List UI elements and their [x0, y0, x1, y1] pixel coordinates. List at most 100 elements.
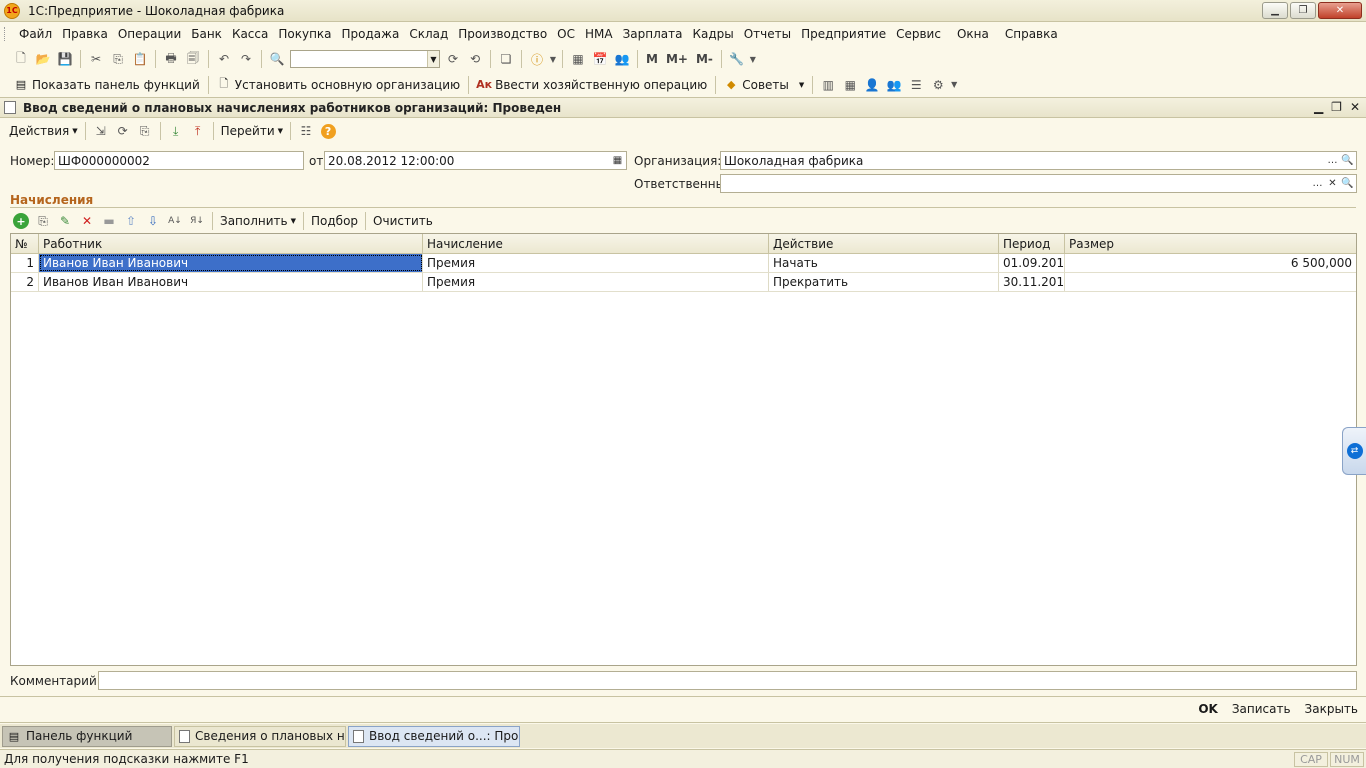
- menu-enterprise[interactable]: Предприятие: [796, 27, 891, 41]
- set-org-button[interactable]: 🗋 Установить основную организацию: [213, 77, 464, 92]
- accrual-cell[interactable]: Премия: [423, 254, 769, 272]
- app-logo-icon[interactable]: 1С: [4, 2, 20, 19]
- goto-dropdown[interactable]: Перейти ▼: [218, 124, 286, 138]
- menu-reports[interactable]: Отчеты: [739, 27, 796, 41]
- restore-button[interactable]: ❐: [1290, 2, 1316, 19]
- menu-grip[interactable]: [4, 27, 7, 41]
- post-icon[interactable]: ⤓: [165, 120, 187, 142]
- menu-windows[interactable]: Окна: [952, 27, 994, 41]
- amount-cell[interactable]: 6 500,000: [1065, 254, 1356, 272]
- menu-edit[interactable]: Правка: [57, 27, 113, 41]
- menu-fixed-assets[interactable]: ОС: [552, 27, 580, 41]
- menu-cash[interactable]: Касса: [227, 27, 273, 41]
- save-icon[interactable]: 💾: [54, 48, 76, 70]
- date-field[interactable]: 20.08.2012 12:00:00 ▦: [324, 151, 627, 170]
- menu-help[interactable]: Справка: [1000, 27, 1063, 41]
- settings-report-icon[interactable]: ⚙: [927, 74, 949, 96]
- move-down-icon[interactable]: ⇩: [142, 210, 164, 232]
- clear-icon[interactable]: ✕: [1325, 175, 1340, 192]
- close-button[interactable]: ✕: [1318, 2, 1362, 19]
- fill-dropdown[interactable]: Заполнить ▼: [217, 214, 299, 228]
- sort-asc-icon[interactable]: A↓: [164, 210, 186, 232]
- copy-document-icon[interactable]: ⎘: [134, 120, 156, 142]
- organization-field[interactable]: Шоколадная фабрика … 🔍: [720, 151, 1357, 170]
- info-icon[interactable]: ⓘ: [526, 48, 548, 70]
- search-icon[interactable]: 🔍: [1340, 152, 1355, 169]
- memory-plus-button[interactable]: M+: [662, 52, 692, 66]
- chevron-down-icon[interactable]: ▼: [748, 48, 758, 70]
- edit-row-icon[interactable]: ✎: [54, 210, 76, 232]
- menu-salary[interactable]: Зарплата: [618, 27, 688, 41]
- doc-minimize-button[interactable]: ▁: [1314, 100, 1323, 114]
- new-document-icon[interactable]: 🗋: [10, 48, 32, 70]
- enter-operation-button[interactable]: Ак Ввести хозяйственную операцию: [473, 78, 711, 92]
- menu-hr[interactable]: Кадры: [687, 27, 738, 41]
- period-cell[interactable]: 30.11.2012: [999, 273, 1065, 291]
- column-header-employee[interactable]: Работник: [39, 234, 423, 253]
- cut-icon[interactable]: ✂: [85, 48, 107, 70]
- paste-icon[interactable]: 📋: [129, 48, 151, 70]
- find-prev-icon[interactable]: ⟲: [464, 48, 486, 70]
- menu-operations[interactable]: Операции: [113, 27, 186, 41]
- chevron-down-icon[interactable]: ▼: [427, 51, 439, 67]
- column-header-amount[interactable]: Размер: [1065, 234, 1356, 253]
- report-table-icon[interactable]: ▦: [839, 74, 861, 96]
- tools-icon[interactable]: 🔧: [726, 48, 748, 70]
- minimize-button[interactable]: ▁: [1262, 2, 1288, 19]
- doc-restore-button[interactable]: ❐: [1331, 100, 1342, 114]
- comment-field[interactable]: [98, 671, 1357, 690]
- column-header-number[interactable]: №: [11, 234, 39, 253]
- table-row[interactable]: 2 Иванов Иван Иванович Премия Прекратить…: [11, 273, 1356, 292]
- menu-intangibles[interactable]: НМА: [580, 27, 618, 41]
- ok-button[interactable]: OK: [1198, 702, 1218, 716]
- action-cell[interactable]: Начать: [769, 254, 999, 272]
- task-function-panel[interactable]: ▤ Панель функций: [2, 725, 172, 747]
- amount-cell[interactable]: [1065, 273, 1356, 291]
- search-combo[interactable]: ▼: [290, 50, 440, 68]
- users-icon[interactable]: 👥: [611, 48, 633, 70]
- pick-button[interactable]: Подбор: [308, 214, 361, 228]
- ellipsis-icon[interactable]: …: [1325, 152, 1340, 169]
- chevron-down-icon[interactable]: ▼: [548, 48, 558, 70]
- sort-desc-icon[interactable]: Я↓: [186, 210, 208, 232]
- tips-button[interactable]: ◆ Советы ▼: [720, 78, 808, 92]
- redo-icon[interactable]: ↷: [235, 48, 257, 70]
- number-field[interactable]: ШФ000000002: [54, 151, 304, 170]
- delete-row-icon[interactable]: ✕: [76, 210, 98, 232]
- menu-production[interactable]: Производство: [453, 27, 552, 41]
- calculator-icon[interactable]: ▦: [567, 48, 589, 70]
- chevron-down-icon[interactable]: ▼: [949, 74, 959, 96]
- menu-sale[interactable]: Продажа: [337, 27, 405, 41]
- menu-file[interactable]: Файл: [14, 27, 57, 41]
- calendar-icon[interactable]: ▦: [610, 152, 625, 169]
- clear-button[interactable]: Очистить: [370, 214, 436, 228]
- employee-cell[interactable]: Иванов Иван Иванович: [39, 273, 423, 291]
- windows-icon[interactable]: ❏: [495, 48, 517, 70]
- menu-bank[interactable]: Банк: [186, 27, 227, 41]
- accrual-cell[interactable]: Премия: [423, 273, 769, 291]
- menu-purchase[interactable]: Покупка: [273, 27, 336, 41]
- staff-list-icon[interactable]: 👥: [883, 74, 905, 96]
- save-button[interactable]: Записать: [1232, 702, 1291, 716]
- post-and-close-icon[interactable]: ⇲: [90, 120, 112, 142]
- refresh-icon[interactable]: ⟳: [112, 120, 134, 142]
- column-header-accrual[interactable]: Начисление: [423, 234, 769, 253]
- show-panel-button[interactable]: ▤ Показать панель функций: [10, 78, 204, 92]
- staff-icon[interactable]: 👤: [861, 74, 883, 96]
- column-header-action[interactable]: Действие: [769, 234, 999, 253]
- find-next-icon[interactable]: ⟳: [442, 48, 464, 70]
- column-header-period[interactable]: Период: [999, 234, 1065, 253]
- responsible-field[interactable]: … ✕ 🔍: [720, 174, 1357, 193]
- add-row-icon[interactable]: +: [10, 210, 32, 232]
- memory-minus-button[interactable]: M-: [692, 52, 717, 66]
- memory-m-button[interactable]: M: [642, 52, 662, 66]
- ellipsis-icon[interactable]: …: [1310, 175, 1325, 192]
- copy-icon[interactable]: ⎘: [107, 48, 129, 70]
- menu-warehouse[interactable]: Склад: [404, 27, 453, 41]
- action-cell[interactable]: Прекратить: [769, 273, 999, 291]
- task-current-document[interactable]: Ввод сведений о...: Проведен: [348, 725, 520, 747]
- journal-icon[interactable]: ☰: [905, 74, 927, 96]
- print-preview-icon[interactable]: 🗐: [182, 48, 204, 70]
- copy-row-icon[interactable]: ⎘: [32, 210, 54, 232]
- table-row[interactable]: 1 Иванов Иван Иванович Премия Начать 01.…: [11, 254, 1356, 273]
